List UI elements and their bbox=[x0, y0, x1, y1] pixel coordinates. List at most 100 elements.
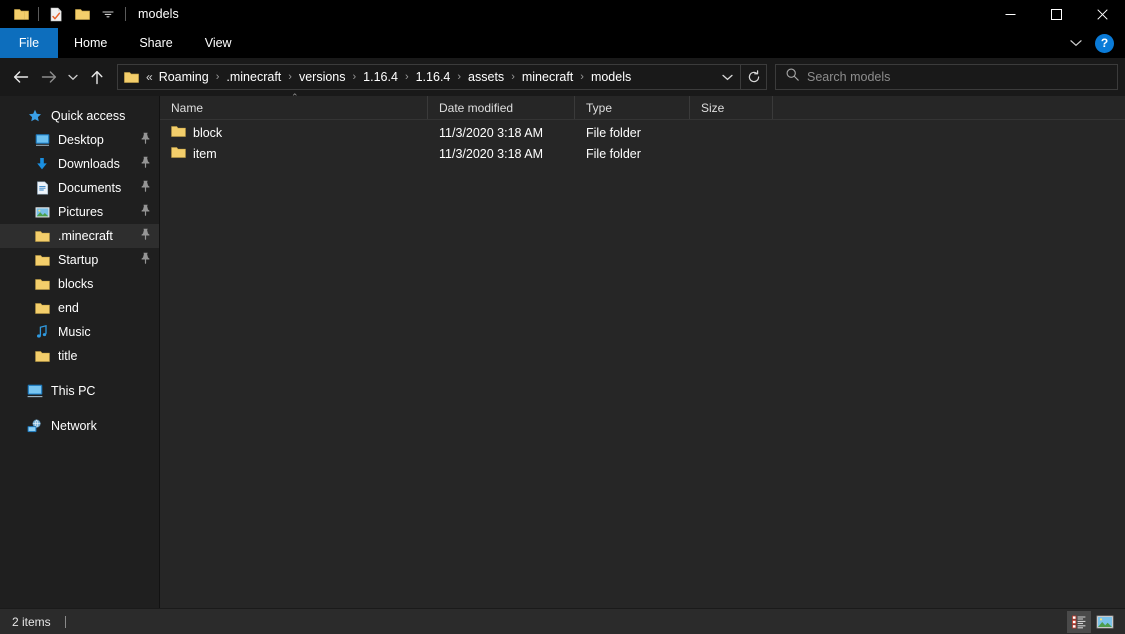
sidebar-item-this-pc[interactable]: This PC bbox=[0, 379, 159, 403]
column-header-size[interactable]: Size bbox=[690, 96, 773, 119]
breadcrumb-item-versions[interactable]: versions bbox=[295, 67, 350, 87]
desktop-icon bbox=[33, 133, 51, 147]
breadcrumb-item-roaming[interactable]: Roaming bbox=[155, 67, 213, 87]
sidebar-item-quick-access[interactable]: Quick access bbox=[0, 104, 159, 128]
breadcrumb-sep-3[interactable]: › bbox=[402, 71, 412, 83]
new-folder-icon[interactable] bbox=[69, 2, 95, 26]
folder-icon bbox=[33, 230, 51, 243]
search-box[interactable] bbox=[775, 64, 1118, 90]
breadcrumb-sep-1[interactable]: › bbox=[285, 71, 295, 83]
sidebar-label-quick-access: Quick access bbox=[51, 109, 126, 123]
window-controls bbox=[987, 0, 1125, 28]
breadcrumb-item-version-inner[interactable]: 1.16.4 bbox=[412, 67, 455, 87]
table-row[interactable]: block 11/3/2020 3:18 AM File folder bbox=[160, 122, 1125, 143]
sidebar-item-pictures[interactable]: Pictures bbox=[0, 200, 159, 224]
file-date-cell: 11/3/2020 3:18 AM bbox=[439, 125, 544, 140]
sidebar-item-downloads[interactable]: Downloads bbox=[0, 152, 159, 176]
table-row[interactable]: item 11/3/2020 3:18 AM File folder bbox=[160, 143, 1125, 164]
details-view-button[interactable] bbox=[1067, 611, 1091, 633]
toolbar-divider-2 bbox=[125, 7, 126, 21]
recent-locations-button[interactable] bbox=[63, 63, 83, 91]
pin-icon[interactable] bbox=[140, 131, 151, 149]
forward-button[interactable] bbox=[35, 63, 63, 91]
sort-ascending-icon: ⌃ bbox=[291, 92, 299, 102]
view-mode-buttons bbox=[1067, 609, 1117, 634]
column-header-type[interactable]: Type bbox=[575, 96, 690, 119]
sidebar-label-blocks: blocks bbox=[58, 277, 94, 291]
address-bar: « Roaming › .minecraft › versions › 1.16… bbox=[0, 58, 1125, 96]
sidebar-item-title[interactable]: title bbox=[0, 344, 159, 368]
large-icons-view-button[interactable] bbox=[1093, 611, 1117, 633]
file-type-cell: File folder bbox=[586, 125, 641, 140]
explorer-window: models File Home Share View ? « Roaming … bbox=[0, 0, 1125, 634]
file-name-label: item bbox=[193, 146, 217, 161]
breadcrumb-sep-2[interactable]: › bbox=[350, 71, 360, 83]
refresh-icon[interactable] bbox=[740, 65, 766, 89]
column-header-name[interactable]: Name ⌃ bbox=[160, 92, 428, 119]
music-icon bbox=[33, 325, 51, 339]
breadcrumb-overflow[interactable]: « bbox=[144, 70, 155, 84]
folder-icon[interactable] bbox=[8, 2, 34, 26]
folder-icon bbox=[33, 350, 51, 363]
tab-view[interactable]: View bbox=[189, 28, 248, 58]
sidebar-item-documents[interactable]: Documents bbox=[0, 176, 159, 200]
pictures-icon bbox=[33, 206, 51, 219]
up-button[interactable] bbox=[83, 63, 111, 91]
sidebar-item-end[interactable]: end bbox=[0, 296, 159, 320]
window-title: models bbox=[138, 7, 179, 21]
sidebar-item-startup[interactable]: Startup bbox=[0, 248, 159, 272]
help-button[interactable]: ? bbox=[1095, 33, 1114, 53]
tab-file[interactable]: File bbox=[0, 28, 58, 58]
title-bar: models bbox=[0, 0, 1125, 28]
column-header-date-modified[interactable]: Date modified bbox=[428, 96, 575, 119]
address-dropdown-icon[interactable] bbox=[714, 65, 740, 89]
quick-access-toolbar bbox=[0, 2, 130, 26]
expand-ribbon-icon[interactable] bbox=[1063, 30, 1089, 56]
file-name-cell: block bbox=[160, 125, 428, 141]
search-input[interactable] bbox=[807, 70, 1117, 84]
item-count-label: 2 items bbox=[12, 614, 51, 629]
column-label-name: Name bbox=[171, 100, 204, 115]
pin-icon[interactable] bbox=[140, 155, 151, 173]
breadcrumb-item-version[interactable]: 1.16.4 bbox=[359, 67, 402, 87]
breadcrumb-item-models[interactable]: models bbox=[587, 67, 635, 87]
sidebar-item-network[interactable]: Network bbox=[0, 414, 159, 438]
explorer-body: Quick access Desktop Downloads Documents… bbox=[0, 92, 1125, 608]
ribbon-right-controls: ? bbox=[1063, 28, 1125, 58]
sidebar-label-music: Music bbox=[58, 325, 91, 339]
file-list-pane: Name ⌃ Date modified Type Size block 11/… bbox=[160, 92, 1125, 608]
breadcrumb-item-minecraft-assets[interactable]: minecraft bbox=[518, 67, 577, 87]
tab-home[interactable]: Home bbox=[58, 28, 123, 58]
search-icon bbox=[786, 68, 799, 86]
properties-icon[interactable] bbox=[43, 2, 69, 26]
breadcrumb-sep-5[interactable]: › bbox=[508, 71, 518, 83]
sidebar-item-desktop[interactable]: Desktop bbox=[0, 128, 159, 152]
pin-icon[interactable] bbox=[140, 251, 151, 269]
sidebar-item-music[interactable]: Music bbox=[0, 320, 159, 344]
sidebar-item-minecraft[interactable]: .minecraft bbox=[0, 224, 159, 248]
toolbar-divider bbox=[38, 7, 39, 21]
sidebar-item-blocks[interactable]: blocks bbox=[0, 272, 159, 296]
chevron-down-icon[interactable] bbox=[95, 2, 121, 26]
minimize-button[interactable] bbox=[987, 0, 1033, 28]
pin-icon[interactable] bbox=[140, 179, 151, 197]
close-button[interactable] bbox=[1079, 0, 1125, 28]
breadcrumb-sep-0[interactable]: › bbox=[213, 71, 223, 83]
breadcrumb-sep-4[interactable]: › bbox=[454, 71, 464, 83]
breadcrumb-item-assets[interactable]: assets bbox=[464, 67, 508, 87]
breadcrumb-bar[interactable]: « Roaming › .minecraft › versions › 1.16… bbox=[117, 64, 767, 90]
pin-icon[interactable] bbox=[140, 203, 151, 221]
sidebar-label-minecraft: .minecraft bbox=[58, 229, 113, 243]
breadcrumb-item-minecraft[interactable]: .minecraft bbox=[222, 67, 285, 87]
back-button[interactable] bbox=[7, 63, 35, 91]
this-pc-icon bbox=[26, 384, 44, 398]
breadcrumb-sep-6[interactable]: › bbox=[577, 71, 587, 83]
pin-icon[interactable] bbox=[140, 227, 151, 245]
sidebar-label-pictures: Pictures bbox=[58, 205, 104, 219]
sidebar-label-network: Network bbox=[51, 419, 97, 433]
maximize-button[interactable] bbox=[1033, 0, 1079, 28]
tab-share[interactable]: Share bbox=[123, 28, 188, 58]
status-divider bbox=[64, 615, 66, 628]
column-label-date-modified: Date modified bbox=[439, 100, 514, 115]
